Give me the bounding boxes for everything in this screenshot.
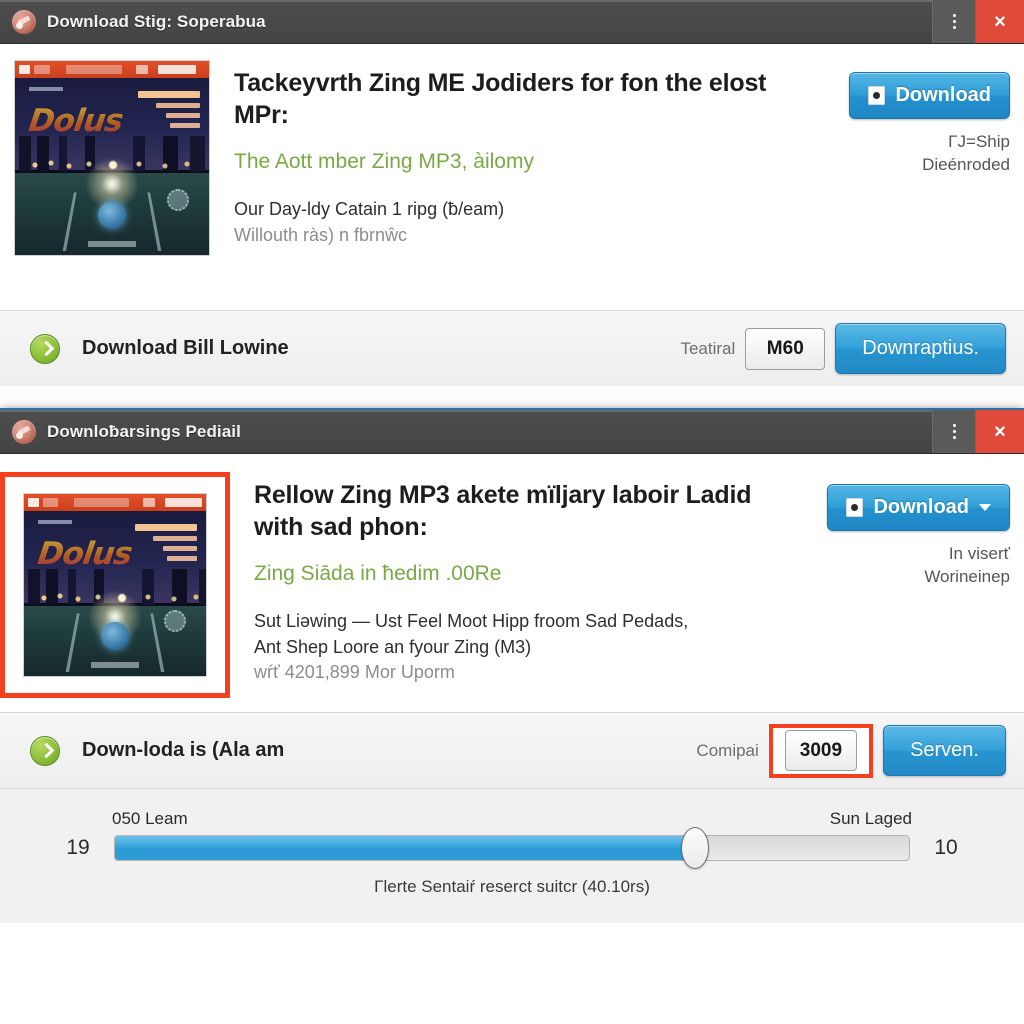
overflow-menu-button[interactable] (932, 410, 976, 453)
cta-column: Download ΓJ=Ship Dieénroded (810, 60, 1010, 300)
download-window-secondary: Downloƀarsings Pediail × Dolus Rellow Zi… (0, 408, 1024, 1024)
titlebar: Downloƀarsings Pediail × (0, 410, 1024, 454)
slider-panel: 050 Leam Sun Laged 19 10 Γlerte Sentaiŕ … (0, 788, 1024, 923)
footer-note: Comipai (696, 740, 759, 760)
download-button[interactable]: Download (849, 72, 1010, 119)
slider-track[interactable] (114, 827, 910, 869)
download-button-label: Download (895, 84, 991, 106)
cta-subtext-line-1: ΓJ=Ship (948, 132, 1010, 151)
cover-top-band (24, 494, 206, 511)
download-disc-icon (868, 86, 886, 105)
close-icon: × (994, 10, 1006, 33)
chevron-down-icon[interactable] (979, 504, 991, 511)
quantity-highlight-box: 3009 (768, 723, 874, 778)
album-art-column: Dolus (0, 472, 230, 698)
footer-action-button[interactable]: Serven. (883, 725, 1006, 776)
description: Our Day-ldy Catain 1 ripg (ƀ/eam) Willou… (234, 197, 798, 248)
text-column: Rellow Zing MP3 akete mïljary laboir Lad… (230, 472, 810, 698)
titlebar: Download Stig: Soperabua × (0, 0, 1024, 44)
green-chevron-icon (30, 735, 60, 766)
cover-right-captions (135, 524, 197, 566)
description-line-1: Our Day-ldy Catain 1 ripg (ƀ/eam) (234, 199, 505, 220)
slider-thumb[interactable] (680, 827, 709, 869)
close-button[interactable]: × (976, 410, 1024, 453)
close-button[interactable]: × (976, 0, 1024, 43)
cta-subtext: In viserť Worineinep (810, 543, 1010, 589)
window-controls: × (932, 410, 1024, 453)
close-icon: × (994, 420, 1006, 443)
app-logo-icon (12, 419, 36, 444)
window-title: Downloƀarsings Pediail (47, 421, 241, 441)
cover-bottom-caption (88, 241, 136, 247)
screen: Download Stig: Soperabua × Dolus Tackeyv… (0, 0, 1024, 1024)
download-window-primary: Download Stig: Soperabua × Dolus Tackeyv… (0, 0, 1024, 414)
slider-right-caption: Sun Laged (829, 809, 912, 828)
subheadline: Zing Siāda in ħedim .00Re (254, 562, 502, 585)
slider-captions: 050 Leam Sun Laged (60, 809, 964, 835)
cover-logo-text: Dolus (26, 103, 125, 139)
app-logo-icon (12, 9, 36, 34)
kebab-menu-icon (952, 14, 956, 29)
slider-row: 19 10 (60, 827, 964, 869)
green-chevron-icon (30, 333, 60, 364)
cover-bottom-caption (91, 662, 139, 668)
subheadline: The Aott mber Zing MP3, àilomy (234, 150, 534, 173)
description-line-1: Sut Liəwing — Ust Feel Moot Hipp froom S… (254, 611, 689, 632)
cover-left-caption (29, 87, 63, 91)
cover-orb (98, 201, 126, 229)
content-area: Dolus Tackeyvrth Zing ME Jodiders for fo… (0, 44, 1024, 310)
description-line-3: wŕť 4201,899 Mor Uporm (254, 662, 455, 683)
kebab-menu-icon (952, 424, 956, 439)
cover-top-band (15, 61, 209, 78)
quantity-field[interactable]: M60 (745, 327, 826, 370)
window-controls: × (932, 0, 1024, 43)
titlebar-hairline (0, 410, 1024, 412)
footer-bar: Down-loda is (Ala am Comipai 3009 Serven… (0, 712, 1024, 788)
slider-max-value: 10 (934, 836, 958, 859)
titlebar-hairline (0, 0, 1024, 2)
cover-seal-icon (167, 189, 189, 211)
album-cover-image[interactable]: Dolus (23, 493, 207, 677)
cover-seal-icon (164, 610, 186, 632)
overflow-menu-button[interactable] (932, 0, 976, 43)
cta-subtext: ΓJ=Ship Dieénroded (810, 131, 1010, 177)
footer-bar: Download Bill Lowine Teatiral M60 Downra… (0, 310, 1024, 386)
cta-subtext-line-2: Dieénroded (922, 154, 1010, 174)
footer-note: Teatiral (680, 338, 736, 358)
album-art-highlight-box: Dolus (0, 472, 230, 698)
description-line-2: Willouth ràs) n fbrnŵc (234, 224, 408, 245)
download-button-label: Download (873, 496, 969, 518)
description-line-2: Ant Shep Loore an fyour Zing (M3) (254, 636, 532, 657)
description: Sut Liəwing — Ust Feel Moot Hipp froom S… (254, 609, 798, 686)
download-button[interactable]: Download (827, 484, 1010, 531)
cta-subtext-line-2: Worineinep (924, 566, 1010, 586)
footer-action-button[interactable]: Downraptius. (835, 323, 1006, 374)
text-column: Tackeyvrth Zing ME Jodiders for fon the … (210, 60, 810, 300)
quantity-field[interactable]: 3009 (784, 729, 858, 771)
album-art-column: Dolus (14, 60, 210, 300)
headline: Rellow Zing MP3 akete mïljary laboir Lad… (254, 481, 752, 541)
slider-min-value: 19 (66, 836, 90, 859)
cta-subtext-line-1: In viserť (948, 544, 1010, 563)
cover-logo-text: Dolus (35, 536, 134, 572)
headline: Tackeyvrth Zing ME Jodiders for fon the … (234, 69, 767, 129)
cta-column: Download In viserť Worineinep (810, 472, 1010, 698)
cover-orb (101, 622, 129, 650)
download-disc-icon (846, 498, 864, 517)
cover-left-caption (38, 520, 72, 524)
content-area: Dolus Rellow Zing MP3 akete mïljary labo… (0, 454, 1024, 712)
slider-left-caption: 050 Leam (112, 809, 188, 828)
footer-label: Download Bill Lowine (82, 337, 289, 359)
album-cover-image[interactable]: Dolus (14, 60, 210, 256)
cover-right-captions (138, 91, 200, 133)
slider-fill (115, 836, 695, 860)
window-title: Download Stig: Soperabua (47, 11, 266, 31)
footer-label: Down-loda is (Ala am (82, 739, 285, 761)
slider-caption: Γlerte Sentaiŕ reserct suitcr (40.10rs) (374, 877, 650, 896)
